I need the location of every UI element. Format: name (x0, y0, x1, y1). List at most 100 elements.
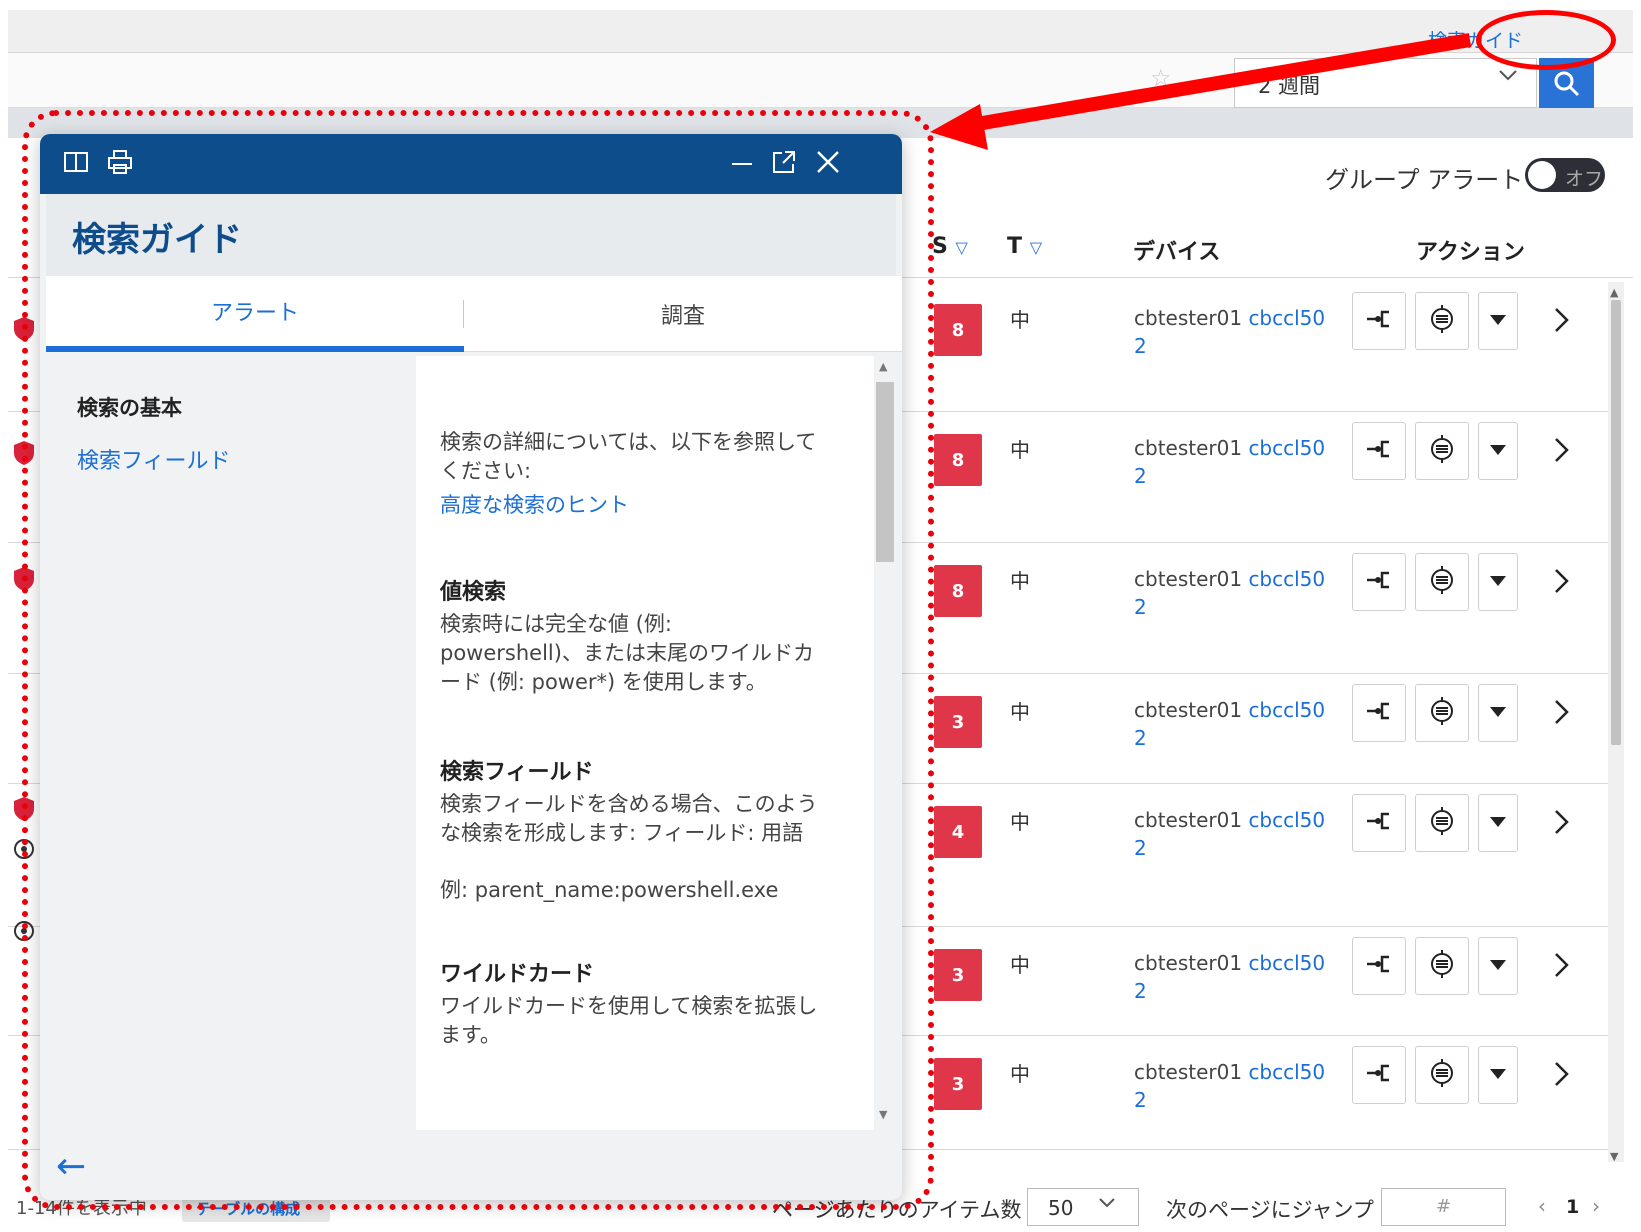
per-page-select[interactable] (1027, 1188, 1139, 1226)
device-link[interactable]: cbccl50 (1248, 808, 1325, 832)
process-tree-button[interactable] (1352, 553, 1406, 611)
popout-icon[interactable] (770, 148, 798, 180)
device-link[interactable]: cbccl50 (1248, 1060, 1325, 1084)
column-header-t[interactable]: T ▽ (1007, 234, 1042, 259)
previous-page-icon[interactable]: ‹ (1538, 1194, 1546, 1218)
next-page-icon[interactable]: › (1592, 1194, 1600, 1218)
minimize-icon[interactable] (728, 148, 756, 180)
shield-icon (13, 316, 35, 342)
tab-investigate[interactable]: 調査 (464, 276, 902, 352)
expand-row-icon[interactable] (1552, 567, 1570, 603)
expand-row-icon[interactable] (1552, 808, 1570, 844)
back-arrow-icon[interactable]: ← (56, 1146, 86, 1187)
device-link[interactable]: cbccl50 (1248, 698, 1325, 722)
threat-level: 中 (1010, 953, 1030, 977)
current-page[interactable]: 1 (1566, 1196, 1579, 1218)
top-bar (8, 10, 1633, 53)
toggle-state-text: オフ (1565, 168, 1604, 190)
severity-badge: 4 (934, 806, 982, 858)
advanced-search-tips-link[interactable]: 高度な検索のヒント (440, 489, 629, 519)
severity-badge: 3 (934, 1058, 982, 1110)
scroll-up-icon[interactable]: ▲ (1610, 286, 1618, 299)
expand-row-icon[interactable] (1552, 1060, 1570, 1096)
caret-down-icon (1488, 312, 1508, 331)
more-actions-button[interactable] (1478, 684, 1518, 742)
process-tree-button[interactable] (1352, 684, 1406, 742)
scroll-down-icon[interactable]: ▼ (1610, 1150, 1618, 1163)
print-icon[interactable] (106, 148, 134, 180)
investigate-button[interactable] (1415, 553, 1469, 611)
nav-item-search-fields[interactable]: 検索フィールド (77, 443, 231, 475)
expand-row-icon[interactable] (1552, 306, 1570, 342)
caret-down-icon (1488, 957, 1508, 976)
sort-icon: ▽ (1029, 238, 1042, 257)
investigate-button[interactable] (1415, 422, 1469, 480)
table-scrollbar-thumb[interactable] (1611, 300, 1621, 745)
threat-level: 中 (1010, 700, 1030, 724)
target-icon (1427, 304, 1457, 338)
investigate-button[interactable] (1415, 292, 1469, 350)
more-actions-button[interactable] (1478, 794, 1518, 852)
severity-badge: 8 (934, 434, 982, 486)
annotation-ellipse (1476, 10, 1616, 70)
close-icon[interactable] (814, 148, 842, 180)
scroll-down-icon[interactable]: ▼ (879, 1108, 887, 1121)
severity-badge: 8 (934, 304, 982, 356)
caret-down-icon (1488, 442, 1508, 461)
process-tree-button[interactable] (1352, 292, 1406, 350)
investigate-button[interactable] (1415, 937, 1469, 995)
investigate-button[interactable] (1415, 684, 1469, 742)
device-host: cbtester01 (1134, 808, 1243, 832)
wildcard-heading: ワイルドカード (440, 962, 595, 987)
column-header-s[interactable]: S ▽ (932, 234, 968, 259)
device-link-suffix[interactable]: 2 (1134, 979, 1147, 1003)
process-tree-button[interactable] (1352, 794, 1406, 852)
process-tree-button[interactable] (1352, 1046, 1406, 1104)
severity-badge: 8 (934, 565, 982, 617)
expand-row-icon[interactable] (1552, 951, 1570, 987)
process-tree-icon (1365, 438, 1393, 464)
more-actions-button[interactable] (1478, 553, 1518, 611)
device-cell: cbtester01 cbccl50 2 (1134, 434, 1325, 490)
toggle-knob (1528, 161, 1556, 189)
target-icon (1427, 434, 1457, 468)
process-tree-button[interactable] (1352, 937, 1406, 995)
device-link-suffix[interactable]: 2 (1134, 1088, 1147, 1112)
device-link-suffix[interactable]: 2 (1134, 464, 1147, 488)
device-link-suffix[interactable]: 2 (1134, 726, 1147, 750)
device-link-suffix[interactable]: 2 (1134, 836, 1147, 860)
process-tree-button[interactable] (1352, 422, 1406, 480)
content-scrollbar-thumb[interactable] (876, 382, 894, 562)
expand-row-icon[interactable] (1552, 698, 1570, 734)
tab-alert[interactable]: アラート (46, 276, 464, 352)
device-link-suffix[interactable]: 2 (1134, 334, 1147, 358)
caret-down-icon (1488, 1066, 1508, 1085)
device-link[interactable]: cbccl50 (1248, 951, 1325, 975)
book-icon[interactable] (62, 148, 90, 180)
expand-row-icon[interactable] (1552, 436, 1570, 472)
chevron-down-icon (1098, 1194, 1116, 1213)
target-icon (1427, 806, 1457, 840)
value-search-text: 検索時には完全な値 (例: powershell)、または末尾のワイルドカード … (440, 612, 814, 694)
device-link[interactable]: cbccl50 (1248, 436, 1325, 460)
device-cell: cbtester01 cbccl50 2 (1134, 806, 1325, 862)
star-icon[interactable]: ☆ (1150, 64, 1172, 92)
more-actions-button[interactable] (1478, 422, 1518, 480)
device-link-suffix[interactable]: 2 (1134, 595, 1147, 619)
panel-title: 検索ガイド (72, 220, 242, 260)
more-actions-button[interactable] (1478, 1046, 1518, 1104)
more-actions-button[interactable] (1478, 292, 1518, 350)
device-host: cbtester01 (1134, 567, 1243, 591)
device-host: cbtester01 (1134, 306, 1243, 330)
investigate-button[interactable] (1415, 1046, 1469, 1104)
nav-item-search-basics[interactable]: 検索の基本 (77, 392, 182, 422)
scroll-up-icon[interactable]: ▲ (879, 360, 887, 373)
process-tree-icon (1365, 569, 1393, 595)
investigate-button[interactable] (1415, 794, 1469, 852)
device-link[interactable]: cbccl50 (1248, 306, 1325, 330)
target-icon (1427, 949, 1457, 983)
process-tree-icon (1365, 953, 1393, 979)
device-link[interactable]: cbccl50 (1248, 567, 1325, 591)
severity-badge: 3 (934, 696, 982, 748)
more-actions-button[interactable] (1478, 937, 1518, 995)
